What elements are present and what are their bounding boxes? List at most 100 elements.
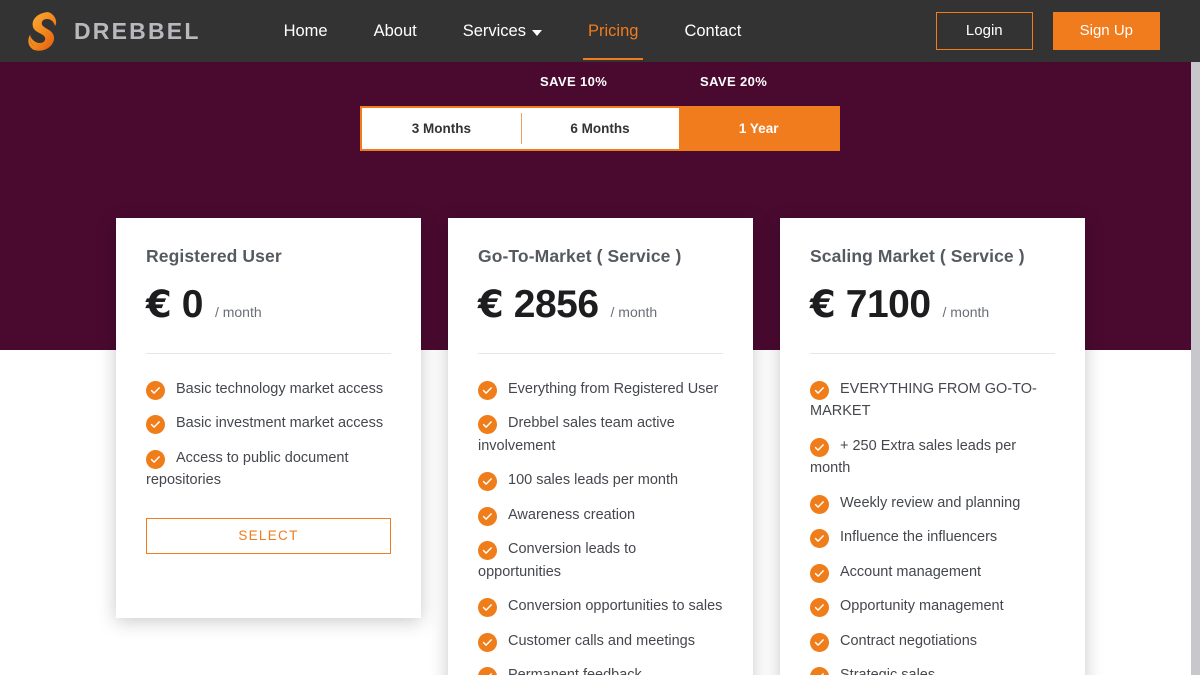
check-icon (810, 632, 829, 652)
plan-price: € 7100 / month (810, 283, 1055, 327)
list-item: Strategic sales (810, 664, 1055, 675)
list-item: Access to public document repositories (146, 447, 391, 492)
pricing-card-scaling-market: Scaling Market ( Service ) € 7100 / mont… (780, 218, 1085, 675)
list-item: Opportunity management (810, 595, 1055, 618)
feature-list: Everything from Registered User Drebbel … (478, 378, 723, 675)
list-item: Account management (810, 561, 1055, 583)
list-item: EVERYTHING FROM GO-TO-MARKET (810, 378, 1055, 423)
check-icon (478, 541, 497, 561)
billing-period-toggle: 3 Months 6 Months 1 Year (360, 106, 840, 151)
list-item: Conversion leads to opportunities (478, 538, 723, 583)
nav-link-about[interactable]: About (351, 12, 440, 51)
nav-link-contact[interactable]: Contact (661, 12, 764, 51)
check-icon (146, 381, 165, 400)
billing-period-3-months[interactable]: 3 Months (362, 108, 521, 149)
card-divider (146, 353, 391, 354)
list-item: Customer calls and meetings (478, 630, 723, 652)
check-icon (478, 667, 497, 675)
plan-price: € 2856 / month (478, 283, 723, 327)
feature-text: Contract negotiations (840, 632, 978, 649)
feature-text: Everything from Registered User (508, 381, 719, 397)
billing-period-1-year[interactable]: 1 Year (679, 108, 839, 149)
currency-symbol: € (478, 283, 504, 326)
list-item: Awareness creation (478, 504, 723, 526)
feature-text: Strategic sales (840, 667, 935, 675)
check-icon (810, 563, 829, 583)
price-value: 7100 (845, 283, 931, 326)
flame-swirl-logo-icon (28, 12, 57, 51)
check-icon (478, 506, 497, 526)
check-icon (478, 598, 497, 618)
feature-text: Basic technology market access (176, 381, 384, 397)
feature-text: Influence the influencers (840, 529, 998, 546)
price-value: 0 (181, 283, 204, 326)
nav-actions: Login Sign Up (935, 12, 1160, 50)
login-button[interactable]: Login (935, 12, 1033, 50)
check-icon (810, 494, 829, 514)
check-icon (478, 472, 497, 492)
nav-link-label: Contact (684, 21, 742, 40)
list-item: Conversion opportunities to sales (478, 595, 723, 618)
page-scrollbar[interactable] (1191, 62, 1200, 675)
list-item: Permanent feedback (478, 664, 723, 675)
price-period: / month (942, 304, 990, 320)
list-item: 100 sales leads per month (478, 469, 723, 492)
pricing-card-go-to-market: Go-To-Market ( Service ) € 2856 / month … (448, 218, 753, 675)
feature-text: Customer calls and meetings (508, 632, 695, 649)
check-icon (810, 381, 829, 400)
currency-symbol: € (146, 283, 172, 326)
chevron-down-icon (532, 29, 542, 36)
card-divider (810, 353, 1055, 354)
card-divider (478, 353, 723, 354)
nav-links: Home About Services Pricing Contact (261, 12, 765, 60)
save-label-6-months: SAVE 10% (540, 74, 608, 89)
check-icon (478, 381, 497, 400)
nav-link-label: About (373, 21, 417, 40)
pricing-card-registered-user: Registered User € 0 / month Basic techno… (116, 218, 421, 618)
feature-text: Drebbel sales team active involvement (478, 415, 675, 454)
feature-text: Conversion leads to opportunities (478, 541, 637, 580)
brand-name: DREBBEL (74, 17, 201, 44)
nav-link-pricing[interactable]: Pricing (565, 12, 661, 60)
plan-title: Registered User (146, 246, 282, 266)
feature-text: 100 sales leads per month (508, 472, 679, 489)
price-period: / month (214, 304, 262, 320)
nav-link-services[interactable]: Services (440, 12, 565, 51)
billing-period-6-months[interactable]: 6 Months (520, 108, 680, 149)
top-navbar: DREBBEL Home About Services Pricing Cont… (0, 0, 1200, 62)
check-icon (810, 667, 829, 675)
nav-link-label: Home (283, 21, 328, 40)
price-period: / month (610, 304, 658, 320)
list-item: Drebbel sales team active involvement (478, 412, 723, 457)
check-icon (478, 632, 497, 652)
feature-text: Weekly review and planning (840, 494, 1021, 511)
list-item: Everything from Registered User (478, 378, 723, 400)
nav-link-home[interactable]: Home (261, 12, 351, 51)
list-item: Basic investment market access (146, 412, 391, 435)
check-icon (146, 415, 165, 435)
plan-price: € 0 / month (146, 283, 391, 327)
feature-text: Awareness creation (508, 506, 636, 523)
save-labels: SAVE 10% SAVE 20% (360, 74, 840, 94)
feature-text: Permanent feedback (508, 667, 642, 675)
select-button-wrap: SELECT (146, 517, 391, 584)
check-icon (810, 529, 829, 549)
feature-text: Account management (840, 563, 982, 580)
list-item: Basic technology market access (146, 378, 391, 400)
feature-text: Conversion opportunities to sales (508, 598, 723, 615)
feature-text: Opportunity management (840, 598, 1004, 615)
price-value: 2856 (513, 283, 599, 326)
feature-list: Basic technology market access Basic inv… (146, 378, 391, 492)
select-button[interactable]: SELECT (146, 517, 391, 554)
currency-symbol: € (810, 283, 836, 326)
check-icon (810, 437, 829, 457)
feature-list: EVERYTHING FROM GO-TO-MARKET + 250 Extra… (810, 378, 1055, 675)
feature-text: Basic investment market access (176, 415, 384, 432)
signup-button[interactable]: Sign Up (1052, 12, 1160, 50)
save-label-1-year: SAVE 20% (700, 74, 768, 89)
feature-text: Access to public document repositories (146, 449, 349, 489)
check-icon (478, 415, 497, 435)
brand-logo[interactable]: DREBBEL (24, 11, 201, 51)
check-icon (810, 598, 829, 618)
plan-title: Scaling Market ( Service ) (810, 246, 1025, 266)
